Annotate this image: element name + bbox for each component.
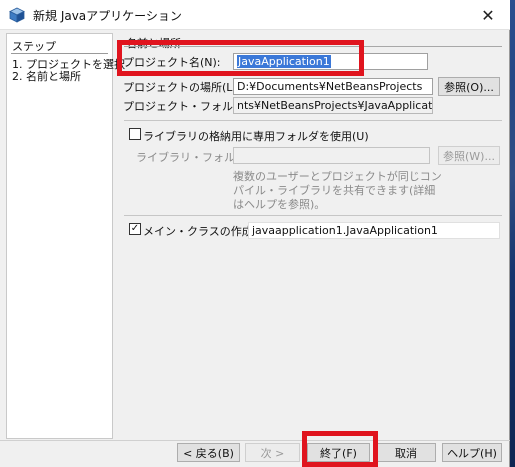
close-button[interactable]: ✕	[466, 0, 510, 30]
project-folder-field: nts¥NetBeansProjects¥JavaApplication1	[233, 97, 433, 114]
next-button[interactable]: 次 >	[245, 443, 300, 462]
title-bar: 新規 Javaアプリケーション ✕	[0, 0, 510, 30]
back-button[interactable]: < 戻る(B)	[177, 443, 240, 462]
section-title: 名前と場所	[126, 37, 181, 50]
project-location-label: プロジェクトの場所(L):	[123, 81, 241, 94]
checkmark-icon: ✓	[130, 223, 140, 234]
browse-library-button[interactable]: 参照(W)...	[438, 146, 500, 165]
steps-panel: ステップ 1. プロジェクトを選択 2. 名前と場所	[6, 33, 125, 439]
browse-location-button[interactable]: 参照(O)...	[438, 77, 500, 96]
library-folder-input[interactable]	[233, 147, 430, 164]
finish-button[interactable]: 終了(F)	[307, 443, 370, 462]
separator	[124, 215, 502, 216]
dedicated-library-checkbox[interactable]	[129, 128, 141, 140]
project-name-value: JavaApplication1	[237, 55, 331, 68]
steps-title: ステップ	[12, 40, 56, 53]
new-java-application-dialog: 新規 Javaアプリケーション ✕ ステップ 1. プロジェクトを選択 2. 名…	[0, 0, 510, 467]
netbeans-cube-icon	[9, 7, 25, 23]
close-icon: ✕	[481, 5, 495, 25]
project-location-input[interactable]: D:¥Documents¥NetBeansProjects	[233, 78, 433, 95]
create-main-class-checkbox[interactable]: ✓	[129, 223, 141, 235]
section-divider	[124, 46, 502, 47]
library-hint-text: 複数のユーザーとプロジェクトが同じコンパイル・ライブラリを共有できます(詳細はヘ…	[233, 170, 442, 211]
name-location-panel: 名前と場所 プロジェクト名(N): JavaApplication1 プロジェク…	[118, 33, 506, 439]
window-title: 新規 Javaアプリケーション	[33, 9, 182, 23]
help-button[interactable]: ヘルプ(H)	[442, 443, 502, 462]
main-class-input[interactable]: javaapplication1.JavaApplication1	[248, 222, 500, 239]
cancel-button[interactable]: 取消	[376, 443, 436, 462]
project-name-input[interactable]: JavaApplication1	[233, 53, 428, 70]
project-name-label: プロジェクト名(N):	[123, 56, 221, 69]
steps-divider	[11, 53, 108, 54]
step-item-name-location: 2. 名前と場所	[12, 70, 81, 83]
footer-divider	[0, 440, 510, 441]
dedicated-library-label: ライブラリの格納用に専用フォルダを使用(U)	[143, 130, 369, 143]
separator	[124, 120, 502, 121]
